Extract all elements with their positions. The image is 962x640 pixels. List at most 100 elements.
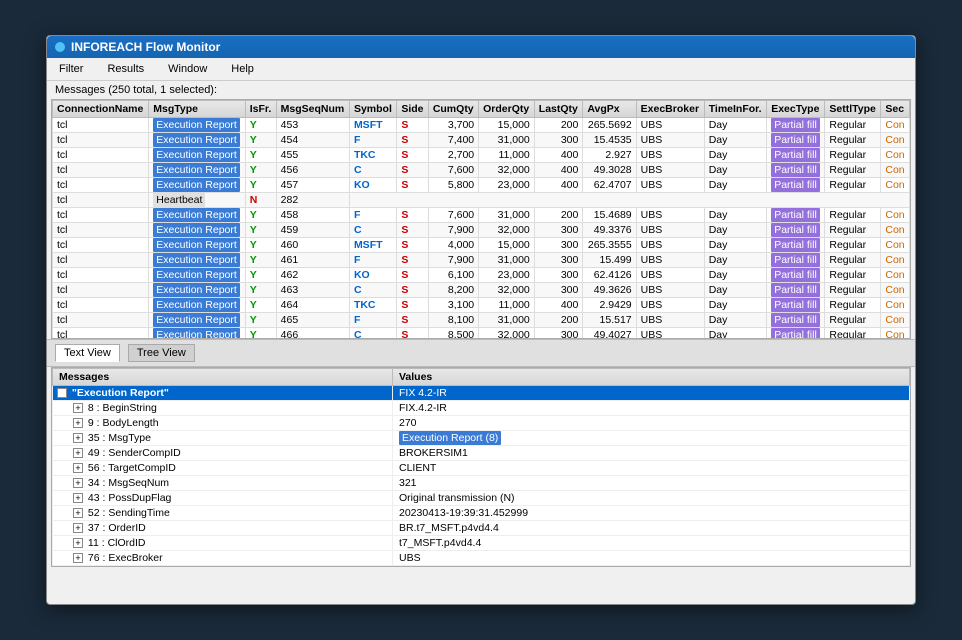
expand-icon[interactable]: + xyxy=(73,478,83,488)
table-row[interactable]: tcl Execution Report Y 465 F S 8,100 31,… xyxy=(53,313,910,328)
expand-icon[interactable]: − xyxy=(57,388,67,398)
cell-execbroker: UBS xyxy=(636,208,704,223)
table-row[interactable]: tcl Execution Report Y 460 MSFT S 4,000 … xyxy=(53,238,910,253)
cell-conn: tcl xyxy=(53,148,149,163)
cell-exectype: Partial fill xyxy=(767,223,825,238)
detail-row[interactable]: + 52 : SendingTime 20230413-19:39:31.452… xyxy=(53,506,910,521)
cell-orderqty: 23,000 xyxy=(479,178,535,193)
cell-timeinfor: Day xyxy=(704,238,767,253)
expand-icon[interactable]: + xyxy=(73,433,83,443)
top-table-container[interactable]: ConnectionName MsgType IsFr. MsgSeqNum S… xyxy=(51,99,911,339)
expand-icon[interactable]: + xyxy=(73,538,83,548)
cell-symbol: TKC xyxy=(349,148,396,163)
table-row[interactable]: tcl Execution Report Y 459 C S 7,900 32,… xyxy=(53,223,910,238)
detail-row[interactable]: + 56 : TargetCompID CLIENT xyxy=(53,461,910,476)
cell-sec: Con xyxy=(881,208,910,223)
table-row[interactable]: tcl Execution Report Y 455 TKC S 2,700 1… xyxy=(53,148,910,163)
expand-icon[interactable]: + xyxy=(73,523,83,533)
table-row[interactable]: tcl Execution Report Y 466 C S 8,500 32,… xyxy=(53,328,910,340)
cell-isfr: N xyxy=(245,193,276,208)
col-connectionname: ConnectionName xyxy=(53,101,149,118)
table-row[interactable]: tcl Heartbeat N 282 xyxy=(53,193,910,208)
detail-row[interactable]: + 43 : PossDupFlag Original transmission… xyxy=(53,491,910,506)
cell-msgtype: Execution Report xyxy=(149,313,245,328)
bottom-table-wrapper[interactable]: Messages Values − "Execution Report" FIX… xyxy=(51,367,911,567)
cell-lastqty: 300 xyxy=(534,328,583,340)
detail-cell-message: + 35 : MsgType xyxy=(53,431,393,446)
detail-row[interactable]: + 11 : ClOrdID t7_MSFT.p4vd4.4 xyxy=(53,536,910,551)
cell-conn: tcl xyxy=(53,283,149,298)
cell-symbol: F xyxy=(349,208,396,223)
table-row[interactable]: tcl Execution Report Y 462 KO S 6,100 23… xyxy=(53,268,910,283)
expand-icon[interactable]: + xyxy=(73,553,83,563)
table-row[interactable]: tcl Execution Report Y 458 F S 7,600 31,… xyxy=(53,208,910,223)
expand-icon[interactable]: + xyxy=(73,418,83,428)
cell-symbol: C xyxy=(349,328,396,340)
cell-exectype: Partial fill xyxy=(767,118,825,133)
menu-item-filter[interactable]: Filter xyxy=(55,61,87,77)
cell-isfr: Y xyxy=(245,298,276,313)
table-row[interactable]: tcl Execution Report Y 463 C S 8,200 32,… xyxy=(53,283,910,298)
cell-conn: tcl xyxy=(53,238,149,253)
cell-lastqty: 400 xyxy=(534,178,583,193)
table-row[interactable]: tcl Execution Report Y 457 KO S 5,800 23… xyxy=(53,178,910,193)
detail-row[interactable]: + 49 : SenderCompID BROKERSIM1 xyxy=(53,446,910,461)
main-window: INFOREACH Flow Monitor FilterResultsWind… xyxy=(46,35,916,605)
cell-isfr: Y xyxy=(245,253,276,268)
expand-icon[interactable]: + xyxy=(73,508,83,518)
detail-row[interactable]: + 35 : MsgType Execution Report (8) xyxy=(53,431,910,446)
cell-exectype: Partial fill xyxy=(767,238,825,253)
cell-settltype: Regular xyxy=(825,268,881,283)
tab-tree-view[interactable]: Tree View xyxy=(128,344,195,362)
cell-conn: tcl xyxy=(53,328,149,340)
col-orderqty: OrderQty xyxy=(479,101,535,118)
cell-isfr: Y xyxy=(245,283,276,298)
expand-icon[interactable]: + xyxy=(73,448,83,458)
cell-isfr: Y xyxy=(245,268,276,283)
cell-settltype: Regular xyxy=(825,298,881,313)
detail-row[interactable]: + 9 : BodyLength 270 xyxy=(53,416,910,431)
expand-icon[interactable]: + xyxy=(73,403,83,413)
detail-row[interactable]: + 37 : OrderID BR.t7_MSFT.p4vd4.4 xyxy=(53,521,910,536)
table-row[interactable]: tcl Execution Report Y 454 F S 7,400 31,… xyxy=(53,133,910,148)
cell-conn: tcl xyxy=(53,178,149,193)
cell-seq: 465 xyxy=(276,313,349,328)
cell-avgpx: 15.517 xyxy=(583,313,636,328)
menu-item-results[interactable]: Results xyxy=(103,61,148,77)
table-row[interactable]: tcl Execution Report Y 453 MSFT S 3,700 … xyxy=(53,118,910,133)
detail-cell-value: 321 xyxy=(393,476,910,491)
detail-row[interactable]: + 76 : ExecBroker UBS xyxy=(53,551,910,566)
detail-row[interactable]: − "Execution Report" FIX 4.2-IR xyxy=(53,386,910,401)
cell-conn: tcl xyxy=(53,163,149,178)
cell-avgpx: 265.5692 xyxy=(583,118,636,133)
detail-cell-message: + 37 : OrderID xyxy=(53,521,393,536)
col-sec: Sec xyxy=(881,101,910,118)
cell-timeinfor: Day xyxy=(704,133,767,148)
menu-item-help[interactable]: Help xyxy=(227,61,258,77)
tab-text-view[interactable]: Text View xyxy=(55,344,120,362)
table-row[interactable]: tcl Execution Report Y 464 TKC S 3,100 1… xyxy=(53,298,910,313)
cell-lastqty: 300 xyxy=(534,283,583,298)
cell-cumqty: 7,400 xyxy=(428,133,478,148)
detail-cell-value: CLIENT xyxy=(393,461,910,476)
cell-orderqty: 32,000 xyxy=(479,328,535,340)
detail-row[interactable]: + 8 : BeginString FIX.4.2-IR xyxy=(53,401,910,416)
cell-execbroker: UBS xyxy=(636,133,704,148)
cell-conn: tcl xyxy=(53,133,149,148)
expand-icon[interactable]: + xyxy=(73,493,83,503)
cell-settltype: Regular xyxy=(825,178,881,193)
cell-settltype: Regular xyxy=(825,163,881,178)
cell-cumqty: 3,700 xyxy=(428,118,478,133)
cell-avgpx: 15.4689 xyxy=(583,208,636,223)
table-row[interactable]: tcl Execution Report Y 461 F S 7,900 31,… xyxy=(53,253,910,268)
expand-icon[interactable]: + xyxy=(73,463,83,473)
cell-isfr: Y xyxy=(245,238,276,253)
cell-side: S xyxy=(397,178,428,193)
table-row[interactable]: tcl Execution Report Y 456 C S 7,600 32,… xyxy=(53,163,910,178)
detail-row[interactable]: + 34 : MsgSeqNum 321 xyxy=(53,476,910,491)
cell-timeinfor: Day xyxy=(704,328,767,340)
cell-side: S xyxy=(397,253,428,268)
bottom-tabs: Text View Tree View xyxy=(47,339,915,367)
menu-item-window[interactable]: Window xyxy=(164,61,211,77)
cell-avgpx: 2.9429 xyxy=(583,298,636,313)
